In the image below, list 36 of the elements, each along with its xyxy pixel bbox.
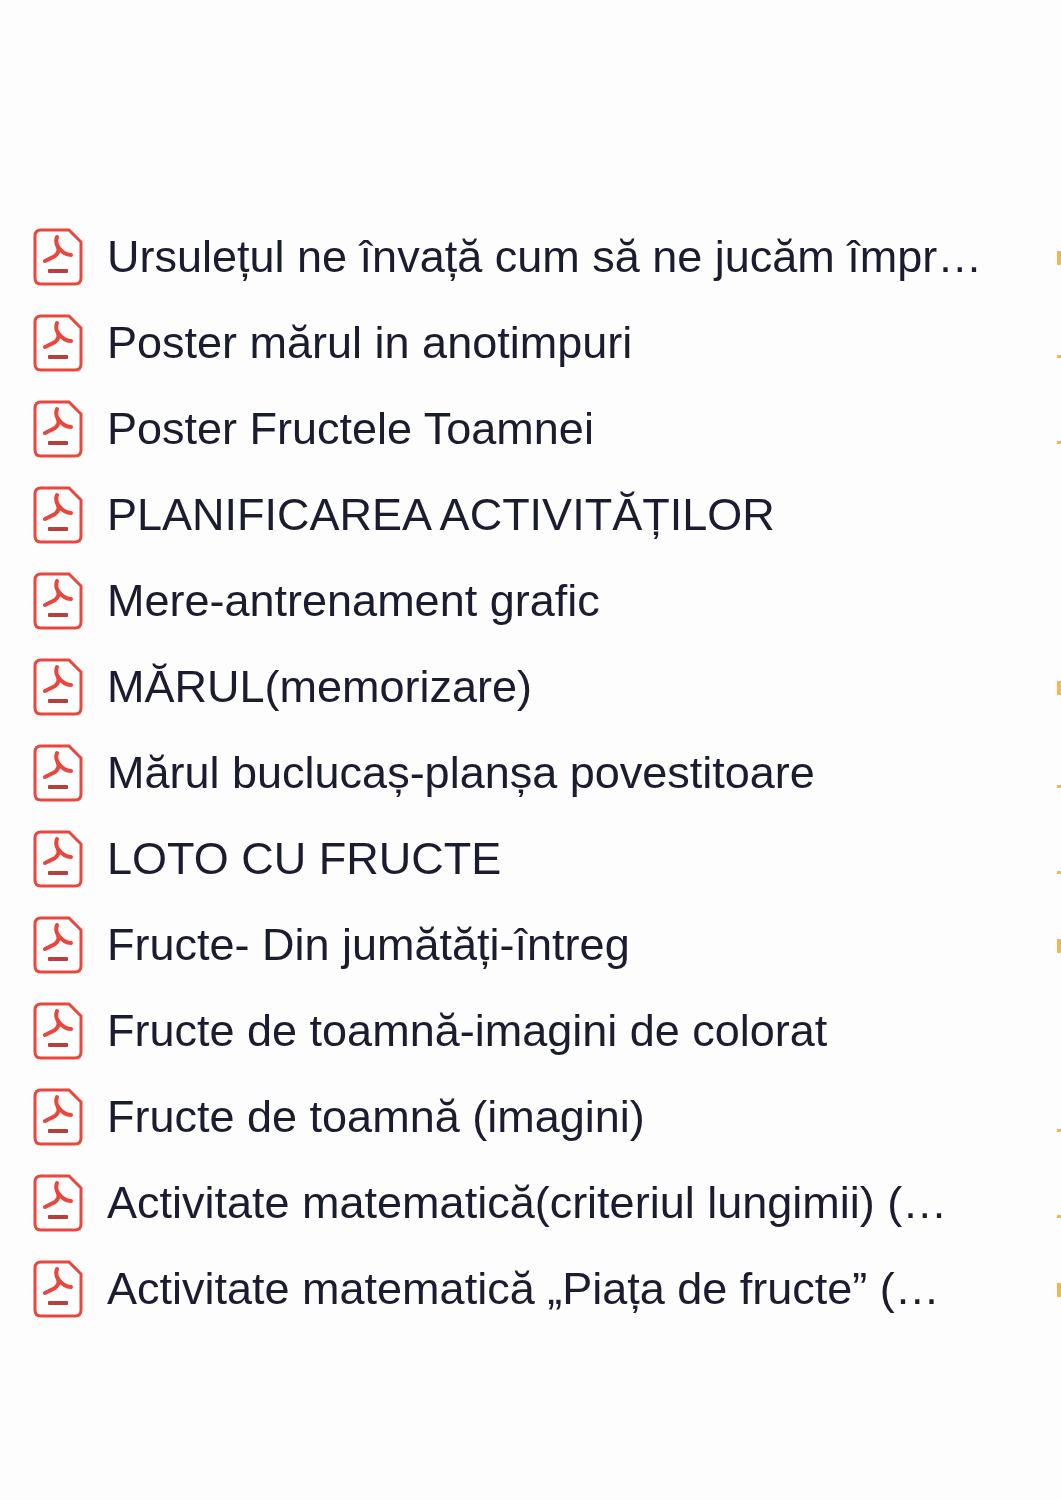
partial-icon [1057, 870, 1061, 874]
file-link[interactable]: Activitate matematică „Piața de fructe” (… [107, 1263, 940, 1315]
file-link[interactable]: PLANIFICAREA ACTIVITĂȚILOR [107, 489, 775, 541]
file-icon [33, 1088, 83, 1146]
file-link[interactable]: Fructe- Din jumătăți-întreg [107, 919, 630, 971]
file-icon [33, 1174, 83, 1232]
partial-icon [1057, 784, 1061, 788]
file-icon [33, 916, 83, 974]
file-link[interactable]: Fructe de toamnă (imagini) [107, 1091, 645, 1143]
partial-icon [1057, 251, 1061, 265]
partial-icon [1057, 1128, 1061, 1132]
file-link[interactable]: Ursulețul ne învață cum să ne jucăm împr… [107, 231, 983, 283]
partial-icon [1057, 1283, 1061, 1297]
file-icon [33, 1260, 83, 1318]
file-link[interactable]: Poster Fructele Toamnei [107, 403, 594, 455]
partial-icon [1057, 939, 1061, 953]
file-icon [33, 1002, 83, 1060]
file-link[interactable]: MĂRUL(memorizare) [107, 661, 533, 713]
partial-icon [1057, 440, 1061, 444]
file-link[interactable]: Mere-antrenament grafic [107, 575, 600, 627]
file-link[interactable]: LOTO CU FRUCTE [107, 833, 502, 885]
file-icon [33, 572, 83, 630]
partial-icon [1057, 1214, 1061, 1218]
file-link[interactable]: Fructe de toamnă-imagini de colorat [107, 1005, 828, 1057]
partial-icon [1057, 681, 1061, 695]
partial-icon [1057, 354, 1061, 358]
file-icon [33, 228, 83, 286]
file-icon [33, 314, 83, 372]
file-icon [33, 830, 83, 888]
file-icon [33, 658, 83, 716]
file-link[interactable]: Poster mărul in anotimpuri [107, 317, 633, 369]
file-link[interactable]: Activitate matematică(criteriul lungimii) (… [107, 1177, 948, 1229]
file-icon [33, 400, 83, 458]
file-link[interactable]: Mărul buclucaș-planșa povestitoare [107, 747, 815, 799]
file-icon [33, 744, 83, 802]
file-icon [33, 486, 83, 544]
